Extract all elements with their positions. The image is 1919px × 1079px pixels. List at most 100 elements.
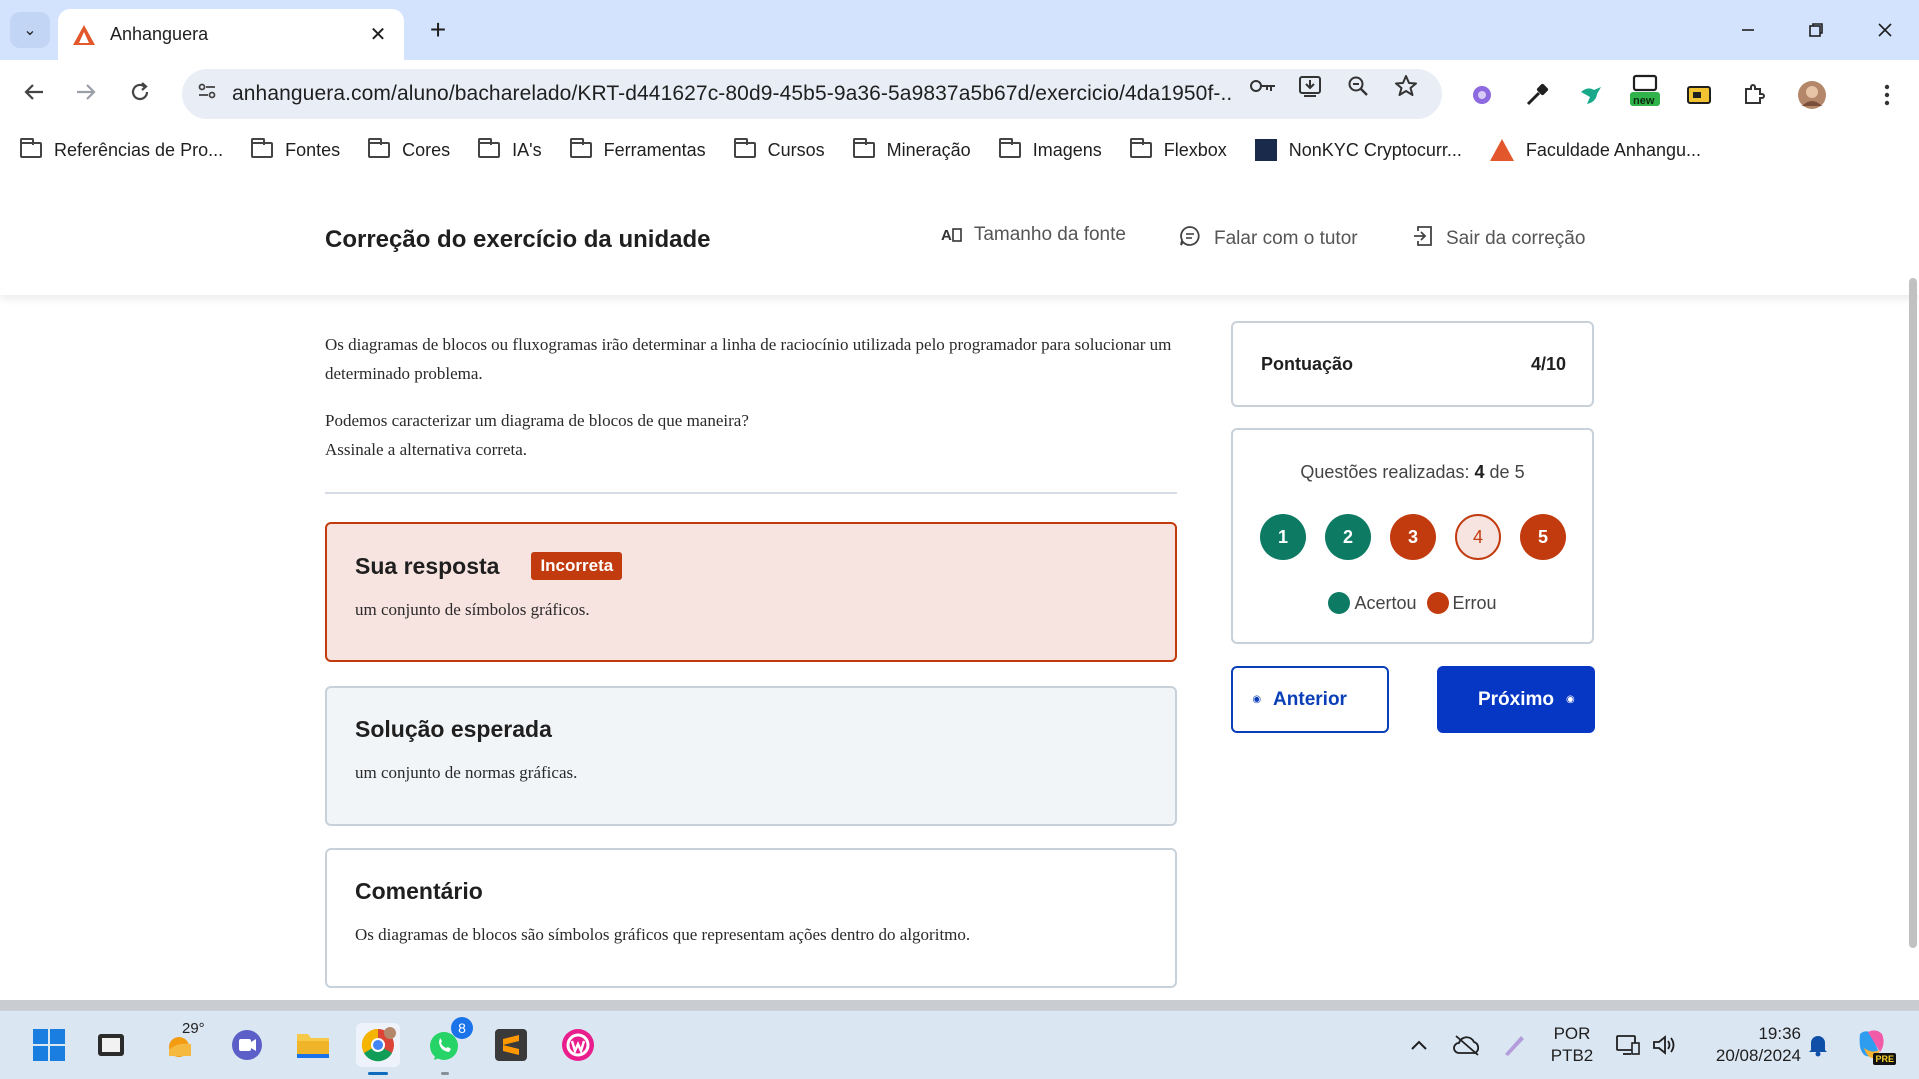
bookmark-folder[interactable]: Fontes [251, 138, 340, 161]
kebab-menu-icon[interactable] [1872, 80, 1902, 110]
expected-solution-title: Solução esperada [355, 716, 552, 742]
next-button[interactable]: ◉ Próximo ◉ [1437, 666, 1595, 733]
bookmark-site[interactable]: NonKYC Cryptocurr... [1254, 139, 1462, 161]
whatsapp-app[interactable]: 8 [423, 1017, 473, 1075]
color-picker-extension-icon[interactable] [1522, 80, 1552, 110]
notifications-button[interactable] [1796, 1023, 1840, 1067]
minimize-icon [1742, 29, 1754, 31]
show-hidden-icons-button[interactable] [1397, 1023, 1441, 1067]
pen-icon [1505, 1036, 1524, 1056]
extension-gear-icon[interactable] [1467, 80, 1497, 110]
forward-button[interactable] [66, 72, 106, 112]
bookmark-folder[interactable]: Imagens [998, 138, 1102, 161]
teams-chat-icon [232, 1030, 262, 1060]
input-language-indicator[interactable]: POR PTB2 [1547, 1023, 1597, 1067]
copilot-button[interactable]: PRE [1850, 1023, 1896, 1067]
bookmark-star-icon[interactable] [1392, 72, 1420, 100]
folder-icon [20, 138, 42, 158]
task-view-button[interactable] [89, 1023, 133, 1067]
previous-button[interactable]: ◉ Anterior ◉ [1231, 666, 1389, 733]
preview-badge: PRE [1873, 1053, 1896, 1065]
exit-correction-button[interactable]: Sair da correção [1412, 224, 1585, 254]
wallet-extension-icon[interactable] [1684, 80, 1714, 110]
bookmark-folder[interactable]: Ferramentas [569, 138, 706, 161]
extensions-puzzle-icon[interactable] [1739, 80, 1769, 110]
question-dot-4[interactable]: 4 [1455, 514, 1501, 560]
tab-close-icon[interactable]: ✕ [366, 22, 390, 47]
clock-date: 20/08/2024 [1715, 1046, 1801, 1065]
bookmark-folder[interactable]: Cores [368, 138, 451, 161]
volume-tray[interactable] [1642, 1023, 1686, 1067]
new-tab-button[interactable]: + [420, 12, 456, 48]
font-size-label: Tamanho da fonte [973, 224, 1126, 245]
bookmark-folder[interactable]: Mineração [852, 138, 971, 161]
question-dot-1[interactable]: 1 [1260, 514, 1306, 560]
bookmark-folder[interactable]: IA's [478, 138, 542, 161]
file-explorer-app[interactable] [291, 1023, 335, 1067]
wamp-icon [562, 1029, 594, 1061]
sublime-text-app[interactable] [489, 1023, 533, 1067]
back-button[interactable] [14, 72, 54, 112]
bookmark-site[interactable]: Faculdade Anhangu... [1489, 139, 1701, 161]
bookmark-folder[interactable]: Referências de Pro... [20, 138, 223, 161]
browser-tab-active[interactable]: Anhanguera ✕ [58, 9, 404, 60]
folder-icon [733, 138, 756, 158]
your-answer-title: Sua resposta [355, 552, 500, 579]
exit-label: Sair da correção [1446, 228, 1586, 249]
horizontal-scrollbar[interactable] [0, 1000, 1919, 1010]
clock[interactable]: 19:36 20/08/2024 [1695, 1023, 1801, 1067]
chrome-app[interactable] [356, 1023, 400, 1075]
install-app-icon[interactable] [1296, 72, 1324, 100]
start-button[interactable] [27, 1023, 71, 1067]
question-paragraph: Os diagramas de blocos ou fluxogramas ir… [325, 335, 1172, 383]
wrong-swatch-icon [1426, 592, 1449, 614]
question-dot-5[interactable]: 5 [1520, 514, 1566, 560]
folder-icon [998, 138, 1021, 158]
radio-dot-icon: ◉ [1252, 694, 1262, 705]
talk-to-tutor-button[interactable]: Falar com o tutor [1178, 224, 1358, 254]
question-dot-2[interactable]: 2 [1325, 514, 1371, 560]
bookmark-label: IA's [512, 139, 542, 160]
vertical-scrollbar[interactable] [1907, 278, 1919, 948]
weather-widget[interactable]: 29° [160, 1020, 205, 1067]
new-extension-icon[interactable]: new [1630, 74, 1660, 107]
cloud-offline-icon [1453, 1035, 1480, 1056]
comment-title: Comentário [355, 878, 483, 904]
question-dot-3[interactable]: 3 [1390, 514, 1436, 560]
restore-button[interactable] [1786, 10, 1846, 50]
onedrive-tray[interactable] [1445, 1023, 1489, 1067]
profile-avatar[interactable] [1797, 80, 1827, 110]
site-info-icon[interactable] [182, 81, 232, 107]
scrollbar-thumb[interactable] [1909, 278, 1917, 948]
questions-progress-box: Questões realizadas: 4 de 5 1 2 3 4 5 Ac… [1231, 428, 1594, 644]
arrow-right-icon [77, 84, 96, 100]
windows-logo-icon [33, 1029, 65, 1061]
chevron-down-icon: ⌄ [23, 22, 37, 39]
chat-icon [1178, 224, 1202, 254]
url-text: anhanguera.com/aluno/bacharelado/KRT-d44… [232, 82, 1232, 105]
teams-app[interactable] [225, 1023, 269, 1067]
bookmark-label: Cores [402, 139, 451, 160]
key-icon[interactable] [1249, 72, 1277, 100]
reload-button[interactable] [120, 72, 160, 112]
tab-search-button[interactable]: ⌄ [10, 12, 50, 48]
close-window-button[interactable] [1855, 10, 1915, 50]
bird-extension-icon[interactable] [1576, 80, 1606, 110]
question-text: Os diagramas de blocos ou fluxogramas ir… [325, 330, 1177, 482]
active-app-indicator [368, 1072, 388, 1075]
font-size-button[interactable]: A Tamanho da fonte [941, 224, 1126, 246]
tutor-label: Falar com o tutor [1214, 228, 1358, 249]
folder-icon [478, 138, 501, 158]
language-code: POR [1553, 1024, 1591, 1043]
anhanguera-favicon-icon [1489, 139, 1514, 161]
clock-time: 19:36 [1758, 1024, 1801, 1043]
minimize-button[interactable] [1718, 10, 1778, 50]
zoom-icon[interactable] [1344, 72, 1372, 100]
whatsapp-unread-badge: 8 [451, 1017, 473, 1039]
wamp-app[interactable] [556, 1023, 600, 1067]
bookmark-folder[interactable]: Flexbox [1129, 138, 1227, 161]
bookmark-folder[interactable]: Cursos [733, 138, 825, 161]
question-prompt-line: Podemos caracterizar um diagrama de bloc… [325, 411, 749, 430]
bookmark-label: Mineração [886, 139, 971, 160]
pen-tray[interactable] [1492, 1023, 1536, 1067]
